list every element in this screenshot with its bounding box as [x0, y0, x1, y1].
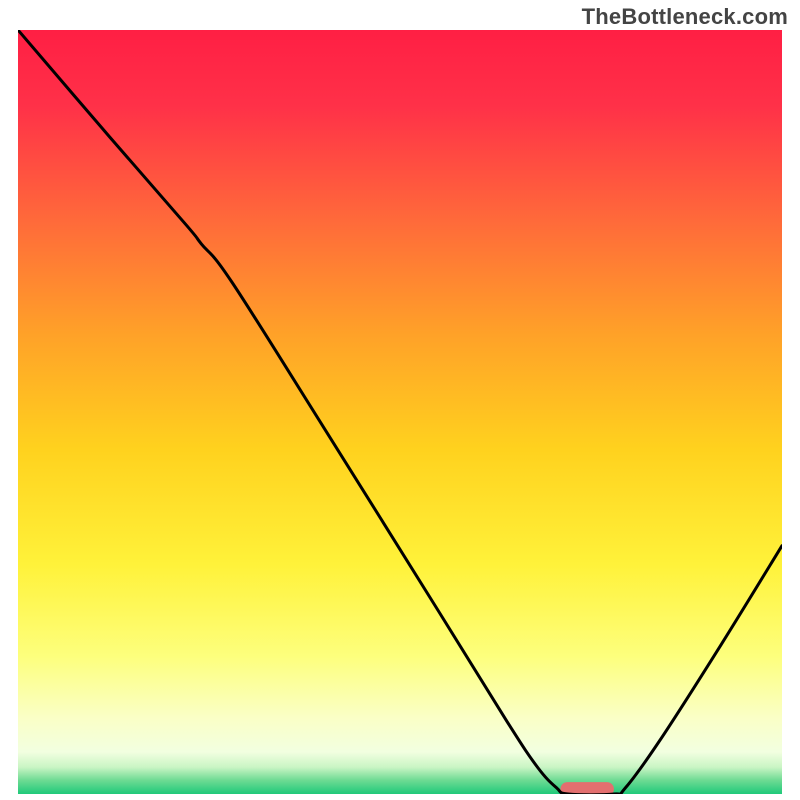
chart-svg [18, 30, 782, 794]
optimal-marker [560, 782, 613, 794]
bottleneck-chart [18, 30, 782, 794]
gradient-background [18, 30, 782, 794]
watermark-text: TheBottleneck.com [582, 4, 788, 30]
